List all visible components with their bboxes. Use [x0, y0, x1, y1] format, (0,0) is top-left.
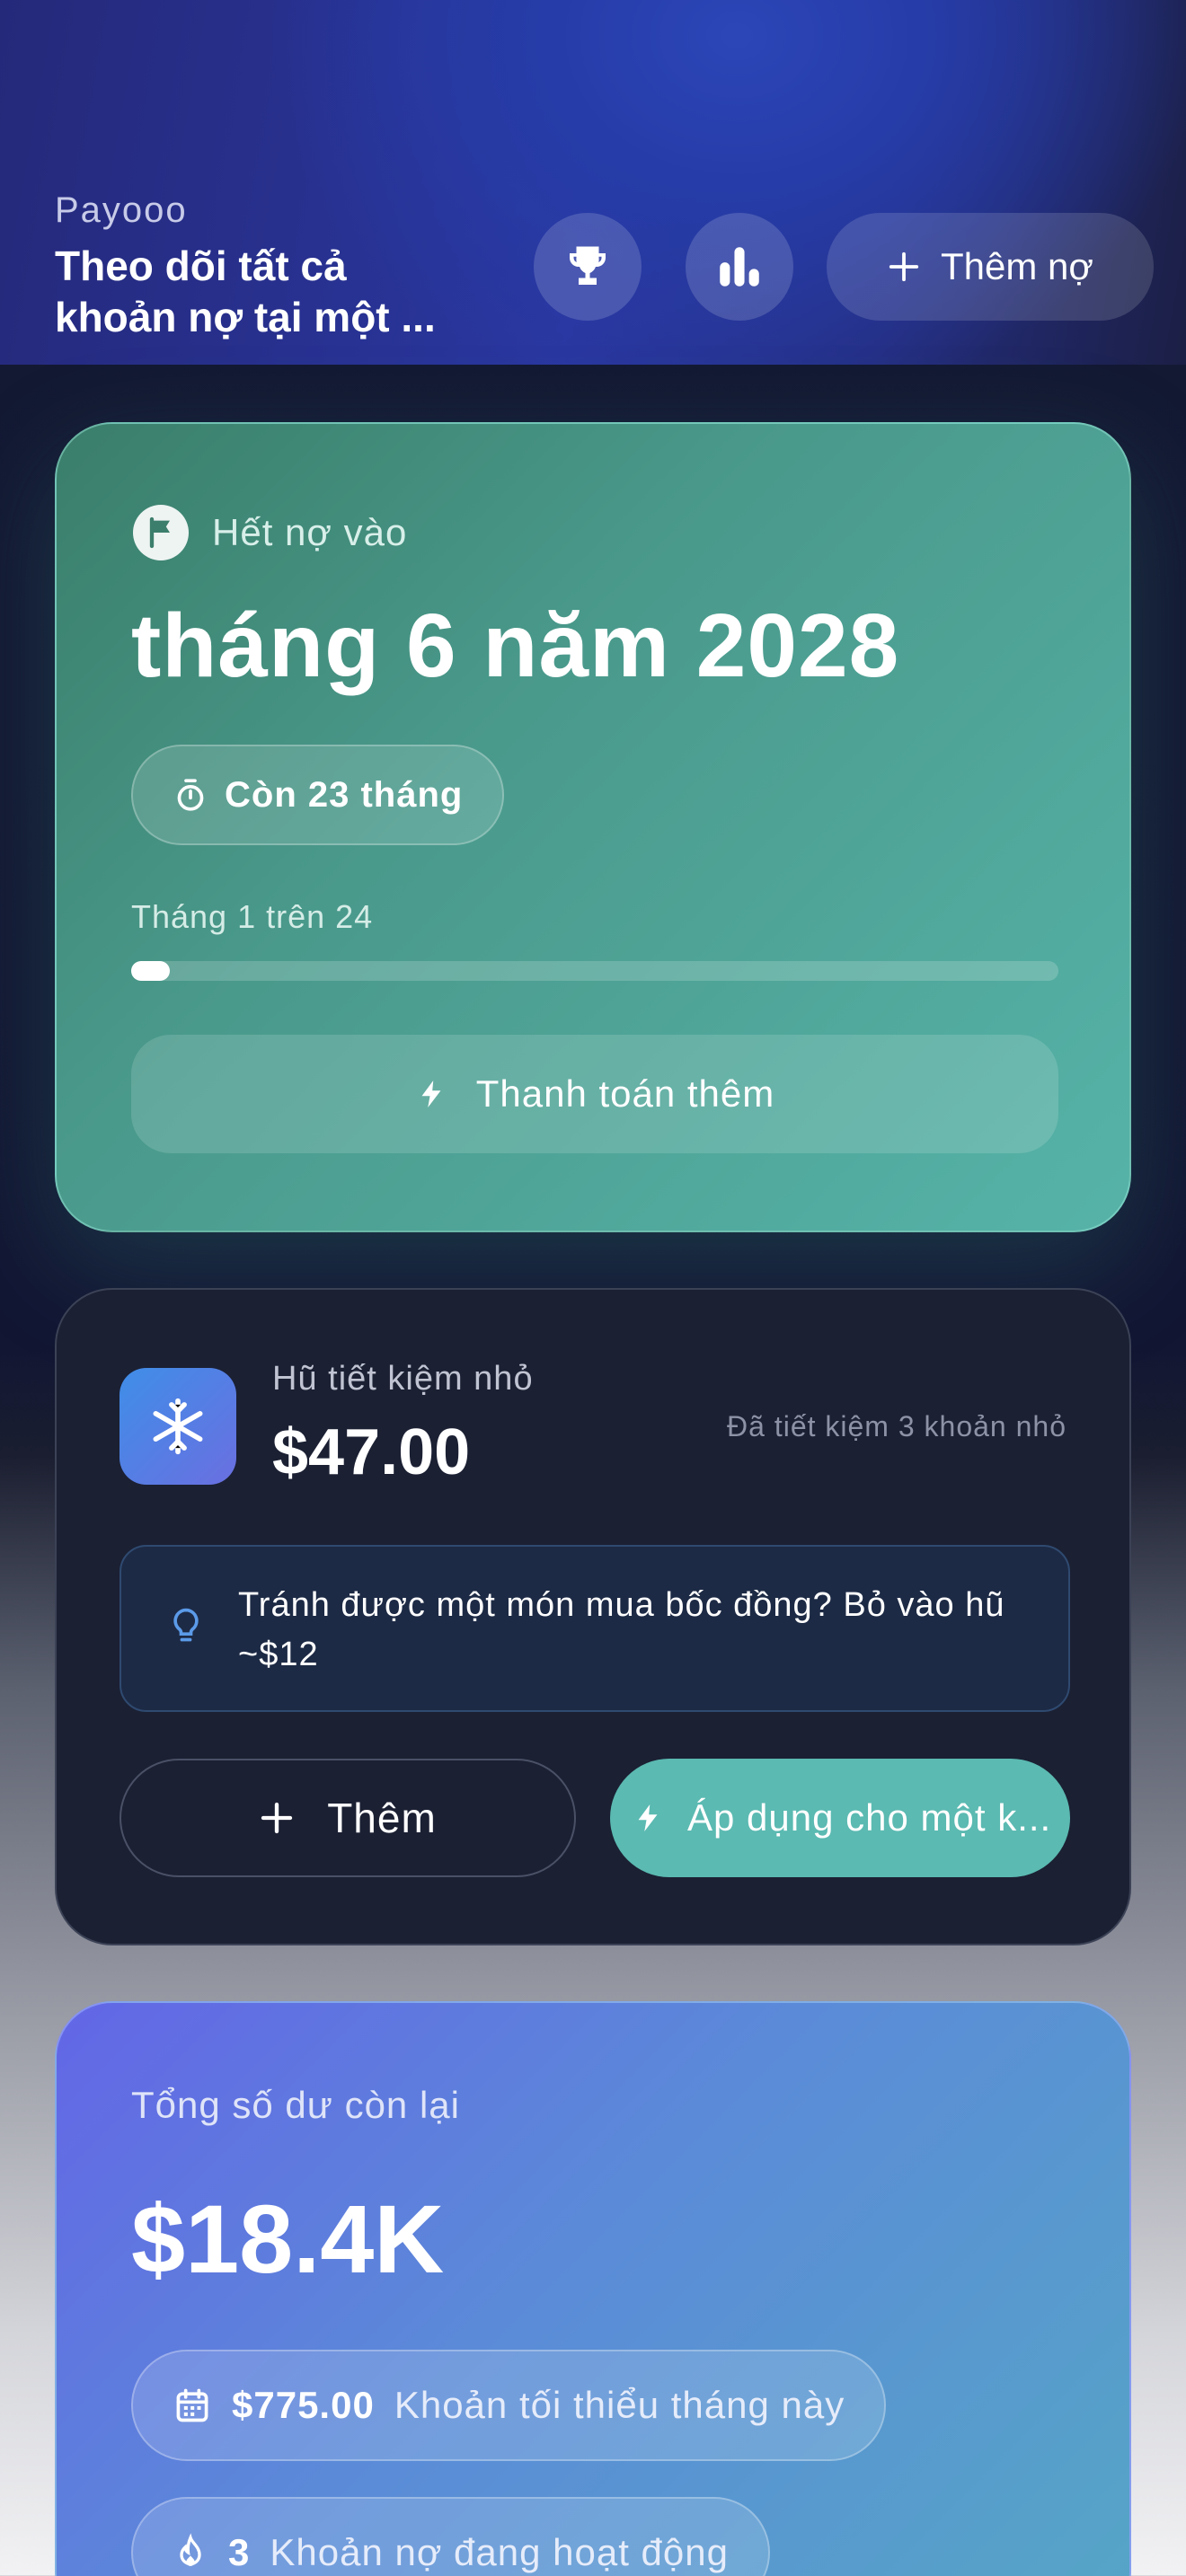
- debt-free-card: Hết nợ vào tháng 6 năm 2028 Còn 23 tháng…: [55, 422, 1131, 1232]
- months-remaining-badge: Còn 23 tháng: [131, 745, 505, 845]
- total-balance-label: Tổng số dư còn lại: [131, 2084, 460, 2126]
- progress-label: Tháng 1 trên 24: [131, 898, 374, 935]
- debt-free-label: Hết nợ vào: [212, 511, 408, 553]
- stopwatch-icon: [177, 779, 204, 811]
- payoff-progress-bar: [131, 961, 1058, 981]
- calendar-icon: [176, 2388, 208, 2422]
- jar-apply-button[interactable]: Áp dụng cho một k...: [610, 1759, 1070, 1877]
- debt-free-date: tháng 6 năm 2028: [131, 595, 900, 696]
- add-debt-label: Thêm nợ: [941, 245, 1093, 287]
- total-balance-card: Tổng số dư còn lại $18.4K $775.00 Khoản …: [55, 2001, 1131, 2576]
- app-subtitle: Theo dõi tất cả khoản nợ tại một ...: [55, 243, 436, 340]
- active-debts-desc: Khoản nợ đang hoạt động: [270, 2531, 729, 2573]
- minimum-payment-pill: $775.00 Khoản tối thiểu tháng này: [131, 2350, 887, 2461]
- bar-chart-icon: [720, 247, 759, 287]
- active-debts-pill: 3 Khoản nợ đang hoạt động: [131, 2497, 770, 2576]
- app-header: Payooo Theo dõi tất cả khoản nợ tại một …: [0, 0, 1186, 365]
- savings-count-note: Đã tiết kiệm 3 khoản nhỏ: [727, 1410, 1067, 1442]
- flag-icon: [133, 505, 189, 560]
- achievements-button[interactable]: [534, 213, 642, 321]
- plus-icon: [261, 1802, 293, 1834]
- lightbulb-icon: [173, 1608, 199, 1642]
- months-remaining-text: Còn 23 tháng: [225, 774, 464, 815]
- jar-apply-label: Áp dụng cho một k...: [687, 1796, 1052, 1839]
- jar-add-button[interactable]: Thêm: [119, 1759, 576, 1877]
- lightning-icon: [638, 1804, 658, 1831]
- plus-icon: [889, 251, 919, 282]
- debt-free-label-row: Hết nợ vào: [133, 505, 407, 560]
- savings-tip-text: Tránh được một món mua bốc đồng? Bỏ vào …: [238, 1586, 1005, 1673]
- flame-icon: [180, 2533, 201, 2566]
- pay-extra-button[interactable]: Thanh toán thêm: [131, 1035, 1058, 1153]
- payoff-progress-fill: [131, 961, 171, 981]
- savings-jar-amount: $47.00: [272, 1416, 471, 1488]
- snowflake-icon: [119, 1368, 236, 1485]
- lightning-icon: [421, 1081, 441, 1107]
- app-brand: Payooo: [55, 190, 188, 230]
- jar-add-label: Thêm: [327, 1795, 437, 1841]
- pay-extra-label: Thanh toán thêm: [475, 1072, 775, 1115]
- savings-tip: Tránh được một món mua bốc đồng? Bỏ vào …: [119, 1545, 1070, 1712]
- savings-jar-card: Hũ tiết kiệm nhỏ $47.00 Đã tiết kiệm 3 k…: [55, 1288, 1131, 1945]
- savings-jar-title: Hũ tiết kiệm nhỏ: [272, 1360, 534, 1398]
- total-balance-amount: $18.4K: [131, 2184, 445, 2293]
- active-debts-count: 3: [228, 2531, 251, 2573]
- stats-button[interactable]: [686, 213, 793, 321]
- add-debt-button[interactable]: Thêm nợ: [827, 213, 1154, 321]
- minimum-payment-desc: Khoản tối thiểu tháng này: [394, 2384, 845, 2426]
- trophy-icon: [570, 246, 606, 285]
- minimum-payment-value: $775.00: [232, 2384, 375, 2426]
